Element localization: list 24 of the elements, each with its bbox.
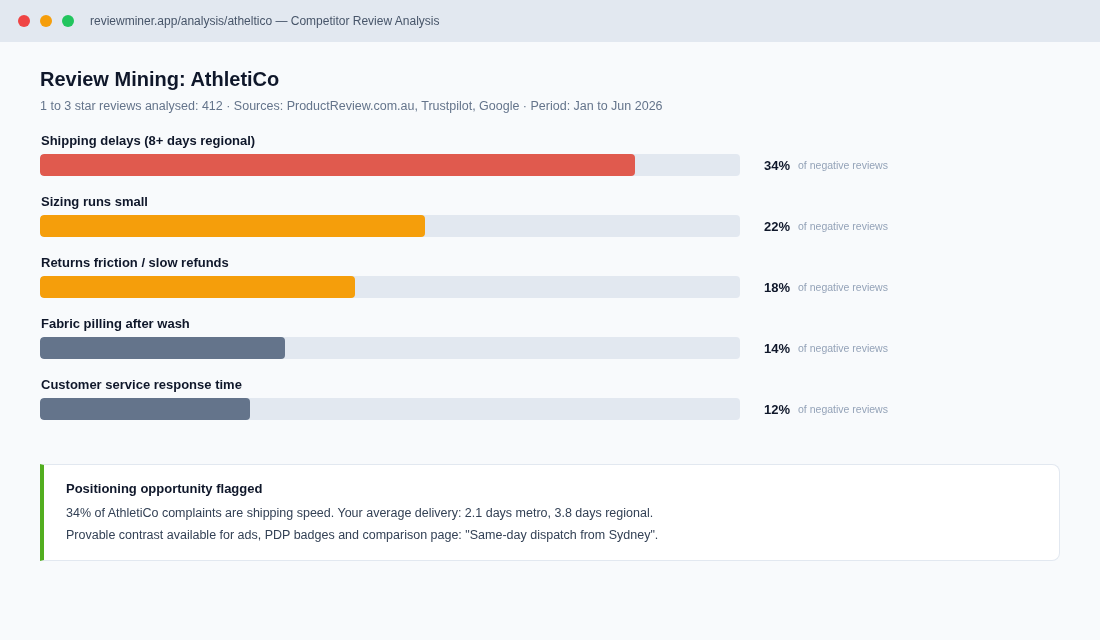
callout-text: 34% of AthletiCo complaints are shipping speed. Your average delivery: 2.1 days metro, 3.8 days regional.: [66, 506, 655, 520]
percent-value: 34%: [764, 157, 791, 173]
percent-caption: of negative reviews: [798, 281, 888, 293]
percent-value: 14%: [764, 340, 791, 356]
percent-value: 18%: [764, 279, 791, 295]
percent-caption: of negative reviews: [798, 403, 888, 415]
close-window-icon[interactable]: [18, 15, 30, 27]
page-subtitle: 1 to 3 star reviews analysed: 412 · Sources: ProductReview.com.au, Trustpilot, Google · Period: Jan to Jun 2026: [40, 99, 664, 113]
page-title: Review Mining: AthletiCo: [40, 68, 281, 91]
minimize-window-icon[interactable]: [40, 15, 52, 27]
window-title: reviewminer.app/analysis/atheltico — Competitor Review Analysis: [90, 14, 440, 28]
percent-caption: of negative reviews: [798, 342, 888, 354]
percent-caption: of negative reviews: [798, 220, 888, 232]
percent-value: 22%: [764, 218, 791, 234]
callout-title: Positioning opportunity flagged: [66, 481, 264, 496]
callout-text: Provable contrast available for ads, PDP badges and comparison page: "Same-day dispatch from Sydney".: [66, 528, 660, 542]
maximize-window-icon[interactable]: [62, 15, 74, 27]
theme-label: Shipping delays (8+ days regional): [41, 133, 257, 148]
theme-label: Fabric pilling after wash: [41, 316, 191, 331]
percent-value: 12%: [764, 401, 791, 417]
theme-label: Customer service response time: [41, 377, 243, 392]
theme-label: Returns friction / slow refunds: [41, 255, 230, 270]
percent-caption: of negative reviews: [798, 159, 888, 171]
theme-label: Sizing runs small: [41, 194, 149, 209]
